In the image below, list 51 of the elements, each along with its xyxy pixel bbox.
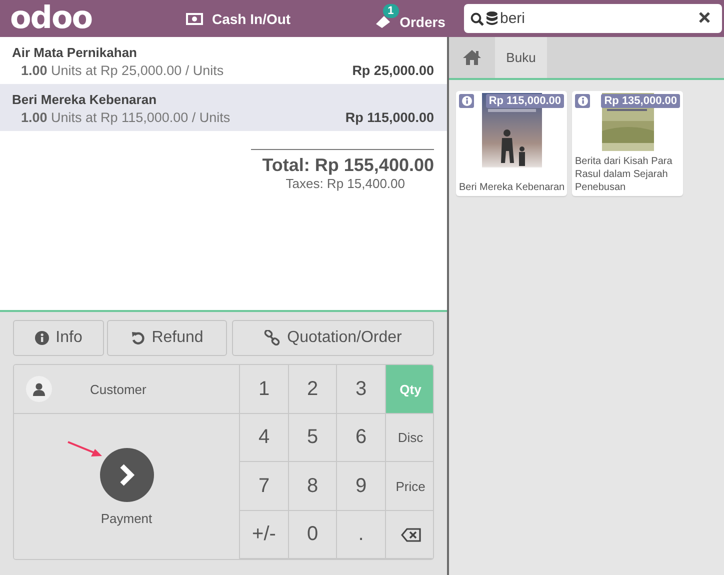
orders-count-badge: 1 bbox=[382, 4, 399, 18]
price-tag: Rp 115,000.00 bbox=[486, 94, 564, 108]
info-icon bbox=[34, 331, 49, 345]
number-key[interactable]: 7 bbox=[240, 462, 289, 511]
product-name: Berita dari Kisah Para Rasul dalam Sejarah Penebusan bbox=[575, 155, 674, 194]
avatar-icon bbox=[26, 376, 52, 402]
number-key[interactable]: 6 bbox=[337, 414, 386, 462]
quotation-order-button[interactable]: Quotation/Order bbox=[232, 320, 434, 356]
link-icon bbox=[264, 330, 280, 346]
chevron-right-icon bbox=[100, 448, 154, 502]
order-total: Total: Rp 155,400.00 bbox=[262, 155, 434, 176]
payment-button[interactable]: Payment bbox=[14, 414, 240, 559]
order-taxes: Taxes: Rp 15,400.00 bbox=[286, 176, 405, 191]
info-button[interactable]: Info bbox=[13, 320, 104, 356]
orders-button[interactable]: 1 Orders bbox=[374, 6, 446, 32]
category-breadcrumb[interactable]: Buku bbox=[495, 37, 547, 78]
database-icon bbox=[486, 11, 498, 26]
undo-icon bbox=[130, 331, 145, 345]
customer-button[interactable]: Customer bbox=[14, 365, 240, 414]
ticket-icon bbox=[374, 14, 391, 28]
product-card[interactable]: Rp 135,000.00 Berita dari Kisah Para Rasul dalam Sejarah Penebusan bbox=[572, 91, 683, 196]
number-key[interactable]: 8 bbox=[289, 462, 337, 511]
info-icon bbox=[575, 94, 590, 108]
order-line[interactable]: Air Mata Pernikahan 1.00 Units at Rp 25,000.00 / Units Rp 25,000.00 bbox=[0, 37, 447, 84]
annotation-arrow bbox=[67, 441, 103, 459]
product-name: Beri Mereka Kebenaran bbox=[12, 92, 158, 107]
number-key[interactable]: 4 bbox=[240, 414, 289, 462]
banknote-icon bbox=[186, 12, 203, 24]
logo: odoo bbox=[10, 0, 94, 37]
number-key[interactable]: 1 bbox=[240, 365, 289, 414]
number-key[interactable]: 9 bbox=[337, 462, 386, 511]
line-price: Rp 115,000.00 bbox=[345, 110, 434, 125]
number-key[interactable]: +/- bbox=[240, 511, 289, 559]
info-icon bbox=[459, 94, 474, 108]
search-icon bbox=[470, 12, 484, 26]
product-card[interactable]: Rp 115,000.00 Beri Mereka Kebenaran bbox=[456, 91, 567, 196]
number-key[interactable]: . bbox=[337, 511, 386, 559]
number-key[interactable]: 0 bbox=[289, 511, 337, 559]
line-quantity-info: 1.00 Units at Rp 115,000.00 / Units bbox=[20, 110, 230, 125]
number-key[interactable]: 5 bbox=[289, 414, 337, 462]
line-price: Rp 25,000.00 bbox=[352, 63, 434, 78]
line-quantity-info: 1.00 Units at Rp 25,000.00 / Units bbox=[20, 63, 224, 78]
price-tag: Rp 135,000.00 bbox=[601, 94, 680, 108]
number-key[interactable]: 2 bbox=[289, 365, 337, 414]
search-box[interactable]: beri bbox=[464, 4, 722, 33]
product-name: Air Mata Pernikahan bbox=[12, 45, 138, 60]
cash-in-out-button[interactable]: Cash In/Out bbox=[186, 10, 291, 26]
number-key[interactable]: 3 bbox=[337, 365, 386, 414]
backspace-icon bbox=[400, 528, 420, 542]
product-name: Beri Mereka Kebenaran bbox=[459, 181, 566, 194]
refund-button[interactable]: Refund bbox=[107, 320, 227, 356]
